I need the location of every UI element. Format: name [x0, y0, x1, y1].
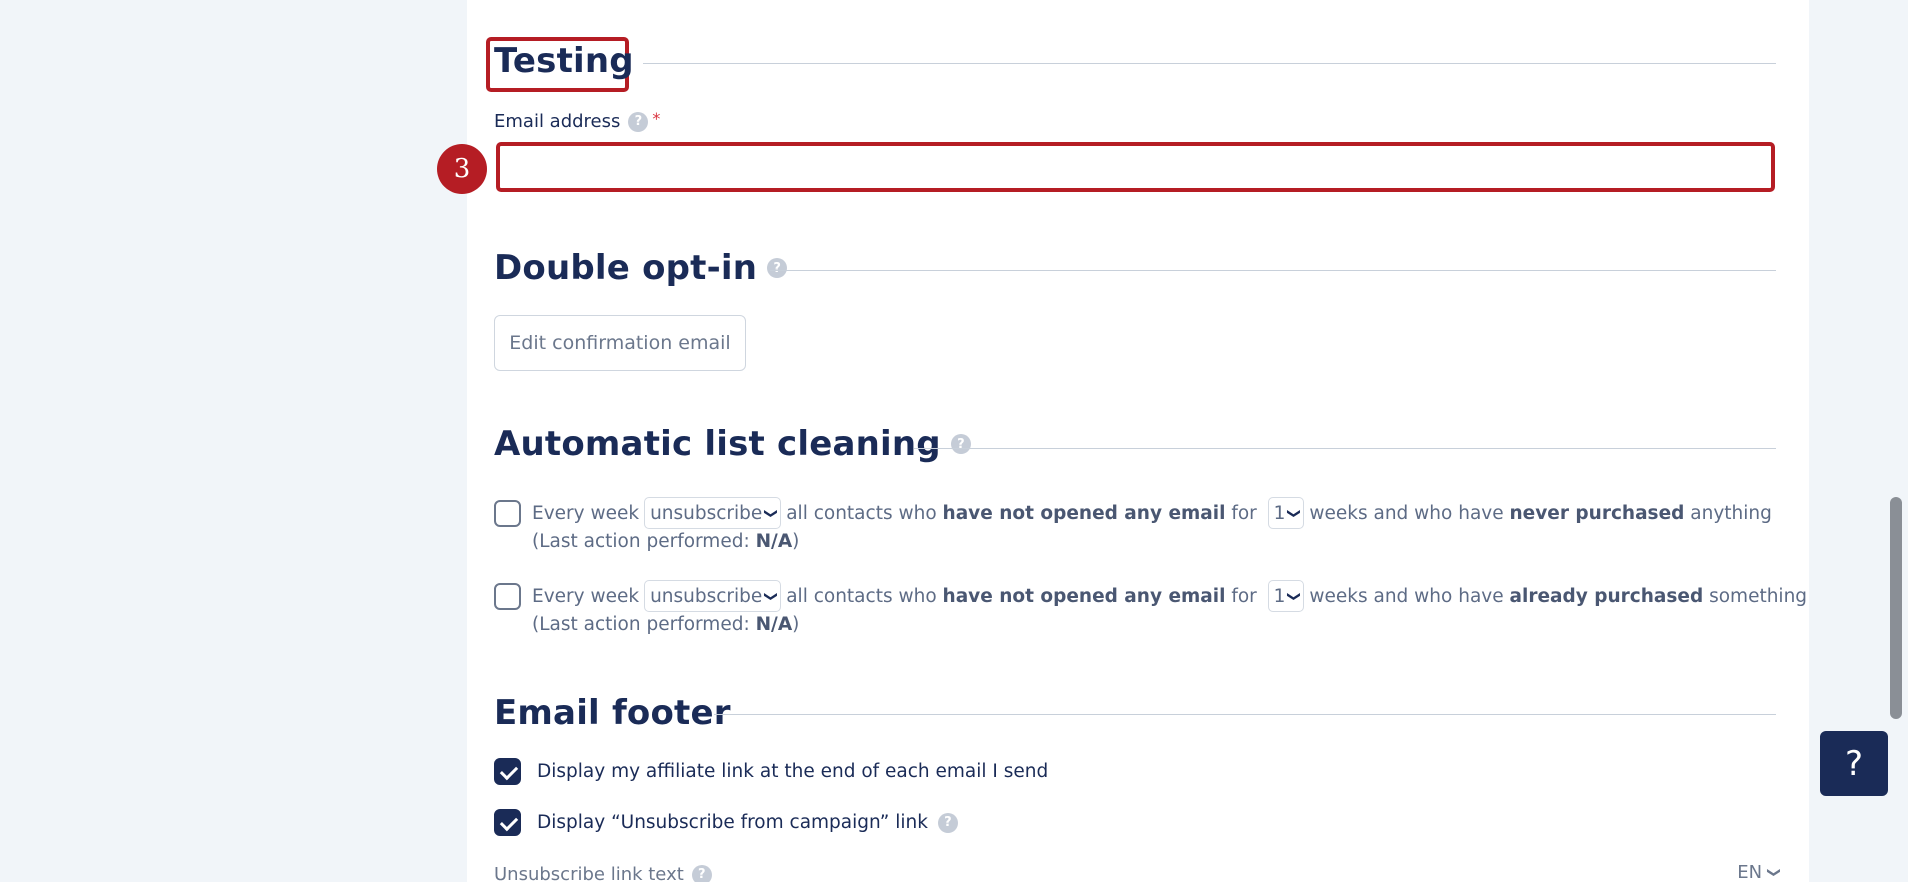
- cleaning-rule-2-checkbox[interactable]: [494, 582, 521, 610]
- rule-2-prefix: Every week: [532, 585, 640, 607]
- email-address-label-text: Email address: [494, 111, 621, 132]
- rule-2-last-action: (Last action performed: N/A): [532, 614, 799, 635]
- email-address-input[interactable]: [496, 142, 1775, 192]
- rule-2-bold2: already purchased: [1509, 585, 1704, 607]
- double-opt-in-divider: [770, 270, 1776, 271]
- edit-confirmation-email-button[interactable]: Edit confirmation email: [494, 315, 746, 371]
- required-asterisk: *: [652, 109, 661, 128]
- step-badge: 3: [437, 144, 487, 194]
- email-footer-title: Email footer: [494, 693, 731, 733]
- rule-1-bold2: never purchased: [1509, 502, 1685, 524]
- unsubscribe-text-help-icon[interactable]: ?: [691, 864, 712, 882]
- scrollbar-thumb[interactable]: [1890, 497, 1902, 719]
- unsubscribe-link-text-label: Unsubscribe link text ?: [494, 864, 712, 882]
- rule-1-action-select[interactable]: unsubscribe ❯: [644, 497, 782, 529]
- chevron-down-icon: ❯: [1766, 867, 1782, 878]
- list-cleaning-divider: [914, 448, 1776, 449]
- unsubscribe-link-checkbox[interactable]: [494, 809, 521, 836]
- cleaning-rule-1-checkbox[interactable]: [494, 499, 521, 527]
- rule-2-mid3: weeks and who have: [1309, 585, 1504, 607]
- rule-1-weeks-select[interactable]: 1 ❯: [1267, 497, 1305, 529]
- double-opt-in-help-icon[interactable]: ?: [767, 258, 788, 278]
- language-value: EN: [1737, 862, 1763, 882]
- rule-2-bold1: have not opened any email: [942, 585, 1226, 607]
- affiliate-link-checkbox[interactable]: [494, 758, 521, 785]
- rule-1-suffix: anything: [1690, 502, 1772, 524]
- double-opt-in-header: Double opt-in ?: [494, 248, 788, 288]
- unsubscribe-help-icon[interactable]: ?: [937, 812, 958, 833]
- rule-1-bold1: have not opened any email: [942, 502, 1226, 524]
- unsubscribe-link-text-label-text: Unsubscribe link text: [494, 864, 684, 882]
- rule-2-action-select[interactable]: unsubscribe ❯: [644, 580, 782, 612]
- rule-2-last-action-label: (Last action performed:: [532, 614, 750, 635]
- footer-option-affiliate-link[interactable]: Display my affiliate link at the end of …: [494, 758, 1048, 785]
- rule-1-prefix: Every week: [532, 502, 640, 524]
- affiliate-link-label: Display my affiliate link at the end of …: [537, 761, 1049, 782]
- list-cleaning-title: Automatic list cleaning: [494, 424, 941, 464]
- rule-1-weeks-value: 1: [1273, 502, 1286, 524]
- rule-1-last-action-close: ): [792, 531, 800, 552]
- list-cleaning-header: Automatic list cleaning ?: [494, 424, 971, 464]
- rule-1-last-action-value: N/A: [755, 531, 793, 552]
- testing-divider: [643, 63, 1776, 64]
- rule-1-mid3: weeks and who have: [1309, 502, 1504, 524]
- double-opt-in-title: Double opt-in: [494, 248, 758, 288]
- chevron-down-icon: ❯: [763, 507, 779, 519]
- chevron-down-icon: ❯: [1286, 507, 1302, 519]
- footer-option-unsubscribe-link[interactable]: Display “Unsubscribe from campaign” link…: [494, 809, 958, 836]
- chevron-down-icon: ❯: [1286, 590, 1302, 602]
- email-help-icon[interactable]: ?: [628, 111, 649, 132]
- email-footer-header: Email footer: [494, 693, 731, 733]
- rule-1-last-action: (Last action performed: N/A): [532, 531, 799, 552]
- rule-2-last-action-close: ): [792, 614, 800, 635]
- email-footer-divider: [714, 714, 1776, 715]
- scrollbar-track[interactable]: [1888, 0, 1908, 882]
- testing-title: Testing: [494, 41, 634, 81]
- rule-1-mid1: all contacts who: [786, 502, 937, 524]
- rule-2-mid2: for: [1231, 585, 1257, 607]
- rule-1-action-value: unsubscribe: [650, 502, 763, 524]
- rule-2-weeks-select[interactable]: 1 ❯: [1267, 580, 1305, 612]
- help-button[interactable]: ?: [1820, 731, 1888, 796]
- cleaning-rule-already-purchased: Every week unsubscribe ❯ all contacts who…: [494, 580, 1807, 612]
- testing-header: Testing: [494, 41, 634, 81]
- rule-2-mid1: all contacts who: [786, 585, 937, 607]
- settings-panel: Testing Email address ? * 3 Double opt-i…: [437, 0, 1809, 882]
- rule-2-suffix: something: [1709, 585, 1808, 607]
- chevron-down-icon: ❯: [763, 590, 779, 602]
- rule-2-action-value: unsubscribe: [650, 585, 763, 607]
- unsubscribe-link-label: Display “Unsubscribe from campaign” link: [537, 812, 928, 833]
- list-cleaning-help-icon[interactable]: ?: [950, 434, 971, 454]
- email-address-label: Email address ? *: [494, 109, 661, 132]
- rule-2-weeks-value: 1: [1273, 585, 1286, 607]
- language-select[interactable]: EN ❯: [1737, 862, 1782, 882]
- rule-1-mid2: for: [1231, 502, 1257, 524]
- rule-1-last-action-label: (Last action performed:: [532, 531, 750, 552]
- cleaning-rule-never-purchased: Every week unsubscribe ❯ all contacts who…: [494, 497, 1772, 529]
- rule-2-last-action-value: N/A: [755, 614, 793, 635]
